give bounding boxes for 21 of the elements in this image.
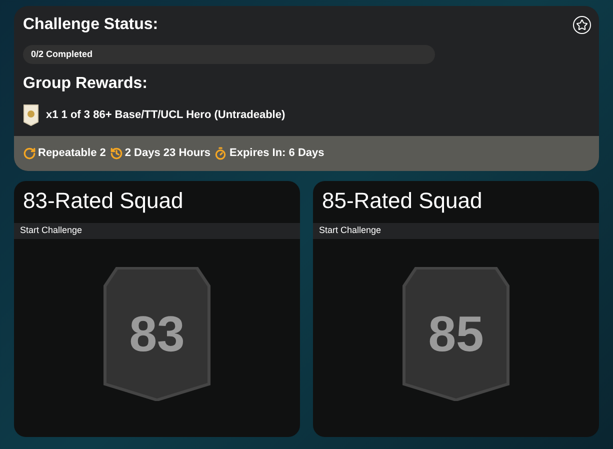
footer-text: 2 Days 23 Hours [124, 146, 210, 162]
stopwatch-icon [214, 147, 228, 160]
badge-shield-icon [402, 267, 510, 401]
footer-text: Repeatable 2 [38, 146, 106, 162]
card-heading: Challenge Status: [23, 15, 158, 35]
squad-title: 83-Rated Squad [22, 187, 184, 215]
start-challenge-button[interactable]: Start Challenge [313, 223, 599, 239]
pack-icon [23, 104, 39, 126]
badge-shield-icon [103, 267, 211, 401]
reward-text: x1 1 of 3 86+ Base/TT/UCL Hero (Untradeable) [46, 108, 286, 123]
squad-title: 85-Rated Squad [321, 187, 484, 215]
progress-label: 0/2 Completed [30, 48, 93, 61]
footer-text: Expires In: 6 Days [229, 146, 324, 162]
rating-number: 83 [129, 304, 185, 364]
squad-card[interactable]: 83-Rated Squad Start Challenge 83 [14, 181, 300, 437]
rating-number: 85 [428, 304, 484, 364]
squad-card[interactable]: 85-Rated Squad Start Challenge 85 [313, 181, 599, 437]
refresh-icon [23, 147, 36, 160]
card-heading: Group Rewards: [23, 74, 148, 94]
history-icon [110, 147, 123, 160]
start-challenge-button[interactable]: Start Challenge [14, 223, 300, 239]
